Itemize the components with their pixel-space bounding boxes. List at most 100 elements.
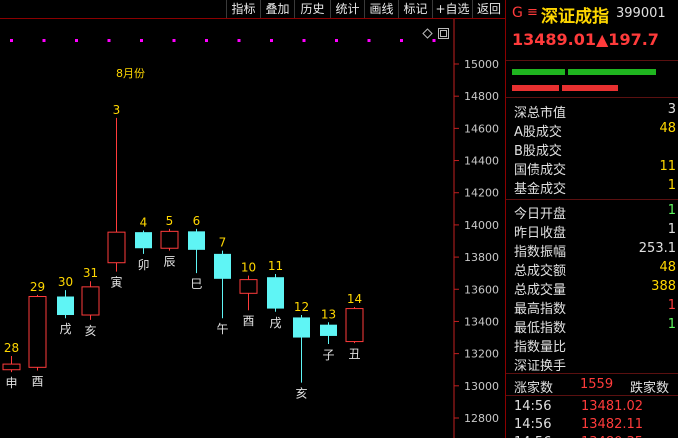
marker-dot xyxy=(10,39,13,42)
candle-branch-label: 酉 xyxy=(31,375,43,389)
tick-time: 14:56 xyxy=(514,417,552,432)
candle-12[interactable]: 12 亥 xyxy=(293,300,310,401)
candle-branch-label: 戌 xyxy=(269,316,281,330)
marker-dots-row xyxy=(10,39,436,42)
candle-branch-label: 申 xyxy=(5,376,17,390)
candle-body xyxy=(267,277,284,309)
divider xyxy=(506,373,678,374)
candle-branch-label: 子 xyxy=(322,348,334,362)
mark-button[interactable]: 标记 xyxy=(398,0,432,18)
kline-chart[interactable]: 15000 14800 14600 14400 14200 14000 13800 13600… xyxy=(0,0,505,438)
advance-count-label: 涨家数 xyxy=(514,381,554,396)
tick-time: 14:56 xyxy=(514,399,552,414)
candle-body xyxy=(320,324,337,336)
candle-13[interactable]: 13 子 xyxy=(320,307,337,362)
marker-dot xyxy=(400,39,403,42)
candle-branch-label: 亥 xyxy=(84,324,96,338)
stat-label: 国债成交 xyxy=(514,163,567,178)
add-watchlist-button[interactable]: +自选 xyxy=(432,0,472,18)
candle-branch-label: 寅 xyxy=(110,275,122,290)
stat-label: A股成交 xyxy=(514,125,562,140)
y-tick-label: 14600 xyxy=(464,122,499,135)
y-tick-label: 13800 xyxy=(464,251,499,264)
y-tick-label: 13400 xyxy=(464,315,499,328)
y-tick-label: 14200 xyxy=(464,187,499,200)
history-button[interactable]: 历史 xyxy=(294,0,330,18)
candle-branch-label: 亥 xyxy=(295,387,307,401)
candle-number-label: 30 xyxy=(58,275,73,289)
candle-4[interactable]: 4卯 xyxy=(135,216,152,272)
candle-29[interactable]: 29 酉 xyxy=(28,280,47,389)
divider xyxy=(506,199,678,200)
statistics-button[interactable]: 统计 xyxy=(330,0,364,18)
overlay-button[interactable]: 叠加 xyxy=(260,0,294,18)
marker-dot xyxy=(107,39,111,42)
candle-number-label: 6 xyxy=(193,214,201,228)
stat-label: 昨日收盘 xyxy=(514,226,567,241)
candle-number-label: 4 xyxy=(140,216,148,230)
marker-dot xyxy=(205,39,208,42)
stat-label: 深总市值 xyxy=(514,106,567,121)
candle-body xyxy=(293,317,310,338)
y-tick-label: 13200 xyxy=(464,348,499,361)
stat-value: 48 xyxy=(659,121,676,136)
expand-square-icon[interactable] xyxy=(438,24,449,39)
candle-branch-label: 丑 xyxy=(348,347,360,361)
kline-chart-area[interactable]: 15000 14800 14600 14400 14200 14000 13800 13600… xyxy=(0,0,505,438)
candle-branch-label: 酉 xyxy=(242,314,254,328)
stat-label: 总成交量 xyxy=(514,283,567,298)
candle-30[interactable]: 30 戌 xyxy=(57,275,74,336)
candle-number-label: 5 xyxy=(166,214,174,228)
candle-31[interactable]: 31 亥 xyxy=(81,266,100,338)
divider xyxy=(506,395,678,396)
candle-11[interactable]: 11 戌 xyxy=(267,259,284,330)
g-badge[interactable]: G xyxy=(512,5,523,21)
candle-6[interactable]: 6巳 xyxy=(188,214,205,291)
marker-dot xyxy=(302,39,306,42)
green-bar-right xyxy=(568,69,656,75)
candle-body xyxy=(28,296,47,368)
stat-label: 总成交额 xyxy=(514,264,567,279)
candle-branch-label: 辰 xyxy=(163,255,175,269)
draw-line-button[interactable]: 画线 xyxy=(364,0,398,18)
candle-body xyxy=(188,231,205,250)
candle-body xyxy=(214,253,231,279)
candle-3[interactable]: 3寅 xyxy=(107,103,126,290)
stat-label: 指数量比 xyxy=(514,340,567,355)
stat-label: 今日开盘 xyxy=(514,207,567,222)
marker-dot xyxy=(237,39,241,42)
back-button[interactable]: 返回 xyxy=(472,0,505,18)
marker-dot xyxy=(42,39,46,42)
candle-7[interactable]: 7午 xyxy=(214,236,231,337)
candle-number-label: 7 xyxy=(219,236,227,250)
diamond-icon[interactable] xyxy=(422,24,433,39)
stat-value: 48 xyxy=(659,260,676,275)
stat-value: 3 xyxy=(667,102,676,117)
candle-28[interactable]: 28 申 xyxy=(2,341,21,390)
stat-label: 指数振幅 xyxy=(514,245,567,260)
candle-14[interactable]: 14 丑 xyxy=(345,292,364,361)
tick-price: 13481.02 xyxy=(581,399,644,414)
candle-body xyxy=(107,231,126,264)
candle-body xyxy=(2,363,21,371)
candle-number-label: 28 xyxy=(4,341,19,355)
candle-number-label: 3 xyxy=(113,103,121,117)
marker-dot xyxy=(172,39,176,42)
y-tick-label: 14400 xyxy=(464,155,499,168)
candle-5[interactable]: 5辰 xyxy=(160,214,179,269)
candle-number-label: 29 xyxy=(30,280,45,294)
stat-value: 1 xyxy=(667,298,676,313)
candle-body xyxy=(135,232,152,249)
menu-icon[interactable]: ≡ xyxy=(527,5,538,20)
stat-value: 1 xyxy=(667,203,676,218)
candle-number-label: 12 xyxy=(294,300,309,314)
price-change: ▲197.7 xyxy=(596,30,659,49)
candle-body xyxy=(57,296,74,316)
candle-10[interactable]: 10 酉 xyxy=(239,261,258,329)
indicator-button[interactable]: 指标 xyxy=(226,0,260,18)
red-bar-right xyxy=(562,85,618,91)
green-bar-left xyxy=(512,69,565,75)
stat-value: 253.1 xyxy=(638,241,676,256)
stat-label: 深证换手 xyxy=(514,359,567,374)
candle-number-label: 31 xyxy=(83,266,98,280)
